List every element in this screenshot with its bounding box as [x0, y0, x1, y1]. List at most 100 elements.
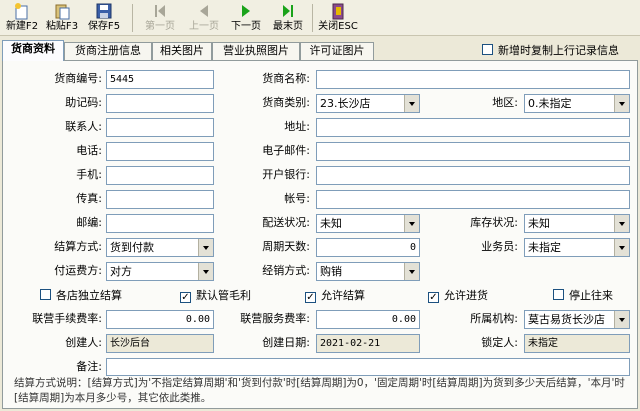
mnemonic-input[interactable] [106, 94, 214, 113]
postcode-input[interactable] [106, 214, 214, 233]
salesman-select[interactable]: 未指定 [524, 238, 630, 257]
checkmark-icon[interactable]: ✓ [305, 292, 316, 303]
chevron-down-icon[interactable] [614, 311, 629, 328]
allow-purchase-checkbox[interactable]: ✓ 允许进货 [428, 289, 488, 305]
tab-permit-images[interactable]: 许可证图片 [300, 42, 374, 60]
save-button[interactable]: 保存F5 [84, 2, 124, 34]
toolbar-separator [132, 4, 133, 32]
salesman-value: 未指定 [528, 241, 561, 254]
address-label: 地址: [284, 120, 310, 133]
first-page-button[interactable]: 第一页 [140, 2, 180, 34]
tab-supplier-info[interactable]: 货商资料 [2, 40, 64, 61]
tab-related-images[interactable]: 相关图片 [152, 42, 212, 60]
paste-button[interactable]: 粘贴F3 [44, 2, 80, 34]
locker-label: 锁定人: [481, 336, 518, 349]
independent-settle-label: 各店独立结算 [56, 289, 122, 302]
last-page-button[interactable]: 最末页 [268, 2, 308, 34]
fax-label: 传真: [76, 192, 102, 205]
service-rate-label: 联营服务费率: [240, 312, 310, 325]
locker-value: 未指定 [524, 334, 630, 353]
stock-value: 未知 [528, 217, 550, 230]
category-select[interactable]: 23.长沙店 [316, 94, 420, 113]
checkmark-icon[interactable]: ✓ [428, 292, 439, 303]
created-date-label: 创建日期: [262, 336, 310, 349]
first-page-label: 第一页 [145, 21, 175, 32]
chevron-down-icon[interactable] [404, 263, 419, 280]
region-value: 0.未指定 [528, 97, 572, 110]
stop-trade-checkbox[interactable]: 停止往来 [553, 289, 613, 305]
next-page-label: 下一页 [231, 21, 261, 32]
contact-input[interactable] [106, 118, 214, 137]
checkmark-icon[interactable]: ✓ [180, 292, 191, 303]
first-page-icon [151, 2, 169, 20]
delivery-select[interactable]: 未知 [316, 214, 420, 233]
name-input[interactable] [316, 70, 630, 89]
checkbox-box[interactable] [482, 44, 493, 55]
toolbar-separator [312, 4, 313, 32]
copy-prev-checkbox[interactable]: 新增时复制上行记录信息 [482, 44, 619, 60]
chevron-down-icon[interactable] [198, 239, 213, 256]
last-page-icon [279, 2, 297, 20]
category-label: 货商类别: [262, 96, 310, 109]
email-label: 电子邮件: [262, 144, 310, 157]
org-select[interactable]: 莫古易货长沙店 [524, 310, 630, 329]
remark-input[interactable] [106, 358, 630, 376]
tab-license-images[interactable]: 营业执照图片 [212, 42, 300, 60]
address-input[interactable] [316, 118, 630, 137]
last-page-label: 最末页 [273, 21, 303, 32]
independent-settle-checkbox[interactable]: 各店独立结算 [40, 289, 122, 305]
code-input[interactable]: 5445 [106, 70, 214, 89]
next-page-button[interactable]: 下一页 [226, 2, 266, 34]
name-label: 货商名称: [262, 72, 310, 85]
bank-label: 开户银行: [262, 168, 310, 181]
email-field[interactable] [316, 142, 630, 161]
sales-mode-value: 购销 [320, 265, 342, 278]
checkbox-box[interactable] [40, 289, 51, 300]
period-input[interactable]: 0 [316, 238, 420, 257]
fee-rate-input[interactable]: 0.00 [106, 310, 214, 329]
copy-prev-label: 新增时复制上行记录信息 [498, 44, 619, 57]
paste-icon [53, 2, 71, 20]
save-label: 保存F5 [87, 21, 121, 32]
region-select[interactable]: 0.未指定 [524, 94, 630, 113]
chevron-down-icon[interactable] [404, 215, 419, 232]
chevron-down-icon[interactable] [198, 263, 213, 280]
period-label: 周期天数: [262, 240, 310, 253]
stock-select[interactable]: 未知 [524, 214, 630, 233]
settle-value: 货到付款 [110, 241, 154, 254]
settle-method-note: 结算方式说明：[结算方式]为'不指定结算周期'和'货到付款'时[结算周期]为0，… [14, 377, 625, 404]
exit-icon [329, 2, 347, 20]
account-input[interactable] [316, 190, 630, 209]
stop-trade-label: 停止往来 [569, 289, 613, 302]
tab-registration[interactable]: 货商注册信息 [64, 42, 152, 60]
close-label: 关闭ESC [318, 21, 358, 32]
allow-settle-checkbox[interactable]: ✓ 允许结算 [305, 289, 365, 305]
default-margin-checkbox[interactable]: ✓ 默认管毛利 [180, 289, 251, 305]
category-value: 23.长沙店 [320, 97, 371, 110]
fax-input[interactable] [106, 190, 214, 209]
phone-input[interactable] [106, 142, 214, 161]
service-rate-input[interactable]: 0.00 [316, 310, 420, 329]
mobile-input[interactable] [106, 166, 214, 185]
bank-input[interactable] [316, 166, 630, 185]
chevron-down-icon[interactable] [614, 239, 629, 256]
account-label: 帐号: [284, 192, 310, 205]
freight-label: 付运费方: [54, 264, 102, 277]
fee-rate-label: 联营手续费率: [32, 312, 102, 325]
stock-label: 库存状况: [470, 216, 518, 229]
delivery-value: 未知 [320, 217, 342, 230]
sales-mode-select[interactable]: 购销 [316, 262, 420, 281]
chevron-down-icon[interactable] [404, 95, 419, 112]
settle-select[interactable]: 货到付款 [106, 238, 214, 257]
new-button[interactable]: 新建F2 [4, 2, 40, 34]
prev-page-button[interactable]: 上一页 [184, 2, 224, 34]
default-margin-label: 默认管毛利 [196, 289, 251, 302]
paste-label: 粘贴F3 [45, 21, 79, 32]
chevron-down-icon[interactable] [614, 95, 629, 112]
close-button[interactable]: 关闭ESC [316, 2, 360, 34]
freight-select[interactable]: 对方 [106, 262, 214, 281]
chevron-down-icon[interactable] [614, 215, 629, 232]
created-date-value: 2021-02-21 [316, 334, 420, 353]
code-label: 货商编号: [54, 72, 102, 85]
checkbox-box[interactable] [553, 289, 564, 300]
